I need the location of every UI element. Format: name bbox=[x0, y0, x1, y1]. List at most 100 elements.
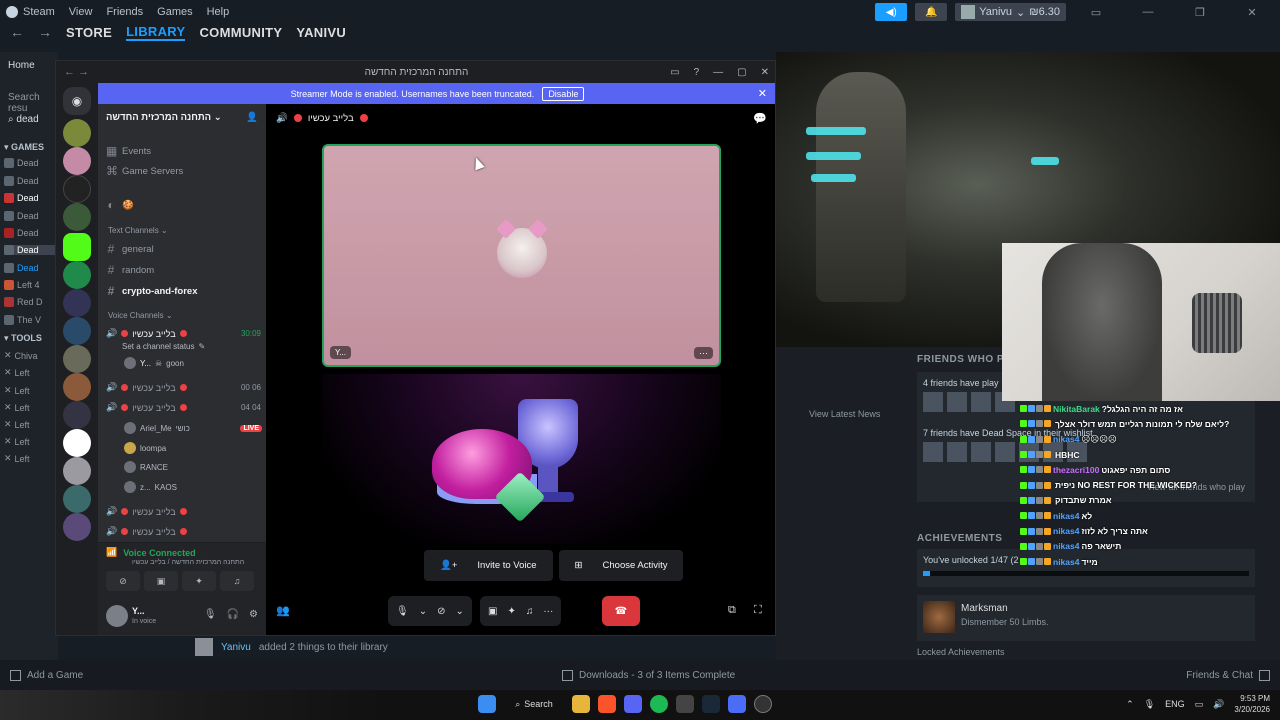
voice-user[interactable]: loompa bbox=[124, 442, 166, 454]
view-latest-news-link[interactable]: View Latest News bbox=[809, 409, 880, 419]
steam-menu-view[interactable]: View bbox=[69, 6, 93, 18]
avatar[interactable] bbox=[195, 638, 213, 656]
voice-channel[interactable]: 🔊 בלייב עכשיו bbox=[106, 506, 261, 517]
tab-community[interactable]: COMMUNITY bbox=[199, 25, 282, 40]
chevron-up-icon[interactable]: ⌃ bbox=[1126, 699, 1134, 710]
server-icon[interactable] bbox=[63, 373, 91, 401]
activity-user[interactable]: Yanivu bbox=[221, 642, 251, 653]
tool-item[interactable]: ✕ Left bbox=[4, 385, 30, 396]
tab-profile[interactable]: YANIVU bbox=[296, 25, 346, 40]
camera-off-icon[interactable]: ⊘ bbox=[437, 606, 445, 617]
tool-item[interactable]: ✕ Left bbox=[4, 453, 30, 464]
channel-events[interactable]: ▦ Events bbox=[106, 144, 151, 158]
server-icon[interactable] bbox=[63, 261, 91, 289]
chat-bubble-icon[interactable]: 💬 bbox=[753, 112, 767, 125]
channel-general[interactable]: # general bbox=[106, 242, 154, 256]
avatar[interactable] bbox=[923, 442, 943, 462]
voice-channel-active[interactable]: 🔊 בלייב עכשיו 30:09 bbox=[106, 328, 261, 339]
monitor-icon[interactable]: ▭ bbox=[1074, 6, 1118, 19]
spotify-icon[interactable] bbox=[650, 695, 668, 713]
avatar[interactable] bbox=[106, 605, 128, 627]
windows-start-icon[interactable] bbox=[478, 695, 496, 713]
avatar[interactable] bbox=[947, 392, 967, 412]
steam-menu-help[interactable]: Help bbox=[207, 6, 230, 18]
server-icon[interactable] bbox=[63, 203, 91, 231]
server-icon[interactable] bbox=[63, 401, 91, 429]
disconnect-button[interactable]: ☎ bbox=[602, 596, 640, 626]
choose-activity-button[interactable]: ⊞ Choose Activity bbox=[558, 550, 684, 581]
account-menu[interactable]: Yanivu ⌄ ₪6.30 bbox=[955, 3, 1066, 21]
invite-to-voice-button[interactable]: 👤+ Invite to Voice bbox=[424, 550, 553, 581]
minimize-button[interactable]: — bbox=[713, 67, 723, 78]
microphone-icon[interactable]: 🎙 bbox=[1144, 699, 1155, 710]
tool-item[interactable]: ✕ Left bbox=[4, 419, 30, 430]
server-icon[interactable] bbox=[63, 119, 91, 147]
avatar[interactable] bbox=[971, 392, 991, 412]
network-icon[interactable]: ▭ bbox=[1195, 699, 1204, 710]
gear-icon[interactable]: ⚙ bbox=[249, 609, 258, 620]
maximize-button[interactable]: ▢ bbox=[737, 67, 746, 78]
notifications-button[interactable]: 🔔 bbox=[915, 3, 948, 21]
server-icon[interactable] bbox=[63, 429, 91, 457]
tool-item[interactable]: ✕ Left bbox=[4, 436, 30, 447]
tab-library[interactable]: LIBRARY bbox=[126, 24, 186, 41]
broadcast-button[interactable]: ◀) bbox=[875, 3, 908, 21]
channel-game-servers[interactable]: ⌘ Game Servers bbox=[106, 164, 183, 178]
video-tile-user[interactable]: Y... ··· bbox=[322, 144, 721, 367]
add-game-button[interactable]: Add a Game bbox=[10, 669, 83, 681]
voice-user[interactable]: z... KAOS bbox=[124, 481, 177, 493]
server-icon[interactable] bbox=[63, 485, 91, 513]
avatar[interactable] bbox=[923, 392, 943, 412]
avatar[interactable] bbox=[971, 442, 991, 462]
soundboard-button[interactable]: ♫ bbox=[220, 571, 254, 591]
microphone-icon[interactable]: 🎙 bbox=[396, 606, 409, 617]
obs-icon[interactable] bbox=[754, 695, 772, 713]
game-item[interactable]: Dead bbox=[4, 158, 39, 168]
voice-channel[interactable]: 🔊 בלייב עכשיו 04 04 bbox=[106, 402, 261, 413]
language-indicator[interactable]: ENG bbox=[1165, 699, 1185, 709]
game-item[interactable]: Dead bbox=[4, 263, 39, 273]
channel-status-prompt[interactable]: Set a channel status ✎ bbox=[122, 342, 205, 351]
file-explorer-icon[interactable] bbox=[572, 695, 590, 713]
server-icon[interactable] bbox=[63, 513, 91, 541]
voice-channel[interactable]: 🔊 בלייב עכשיו 00 06 bbox=[106, 382, 261, 393]
close-button[interactable]: ✕ bbox=[1230, 6, 1274, 19]
voice-connected-status[interactable]: 📶 Voice Connected bbox=[106, 547, 196, 558]
server-icon[interactable] bbox=[63, 317, 91, 345]
tool-item[interactable]: ✕ Left bbox=[4, 402, 30, 413]
avatar[interactable] bbox=[947, 442, 967, 462]
server-icon[interactable] bbox=[63, 175, 91, 203]
app-icon[interactable] bbox=[676, 695, 694, 713]
brave-icon[interactable] bbox=[598, 695, 616, 713]
screen-share-button[interactable]: ▣ bbox=[144, 571, 178, 591]
chevron-down-icon[interactable]: ⌄ bbox=[455, 606, 463, 617]
game-item[interactable]: Dead bbox=[4, 193, 39, 203]
headphones-icon[interactable]: 🎧 bbox=[227, 609, 239, 620]
forward-arrow-icon[interactable]: → bbox=[38, 24, 52, 40]
game-item[interactable]: Dead bbox=[4, 211, 39, 221]
camera-off-button[interactable]: ⊘ bbox=[106, 571, 140, 591]
server-icon[interactable] bbox=[63, 289, 91, 317]
steam-menu-friends[interactable]: Friends bbox=[106, 6, 143, 18]
disable-streamer-mode-button[interactable]: Disable bbox=[542, 86, 585, 101]
game-item[interactable]: Dead bbox=[4, 228, 39, 238]
soundboard-icon[interactable]: ♫ bbox=[526, 606, 534, 617]
more-options-icon[interactable]: ··· bbox=[694, 347, 713, 359]
tool-item[interactable]: ✕ Chiva bbox=[4, 350, 38, 361]
fullscreen-icon[interactable]: ⛶ bbox=[754, 604, 762, 617]
more-icon[interactable]: ··· bbox=[543, 606, 553, 617]
friends-chat-button[interactable]: Friends & Chat bbox=[1186, 669, 1270, 681]
screen-share-icon[interactable]: ▣ bbox=[488, 606, 497, 617]
chevron-down-icon[interactable]: ⌄ bbox=[419, 606, 427, 617]
game-item[interactable]: Dead bbox=[4, 176, 39, 186]
clock[interactable]: 9:53 PM 3/20/2026 bbox=[1234, 693, 1270, 715]
tool-item[interactable]: ✕ Left bbox=[4, 367, 30, 378]
text-channels-category[interactable]: Text Channels ⌄ bbox=[108, 226, 168, 235]
voice-user[interactable]: RANCE bbox=[124, 461, 168, 473]
channel-emoji-row[interactable]: ◐ 🍪 bbox=[106, 198, 133, 212]
steam-icon[interactable] bbox=[702, 695, 720, 713]
avatar[interactable] bbox=[995, 442, 1015, 462]
games-header[interactable]: ▾ GAMES bbox=[4, 142, 44, 153]
voice-channel[interactable]: 🔊 בלייב עכשיו bbox=[106, 526, 261, 537]
library-search-input[interactable]: ⌕ dead bbox=[8, 114, 39, 125]
